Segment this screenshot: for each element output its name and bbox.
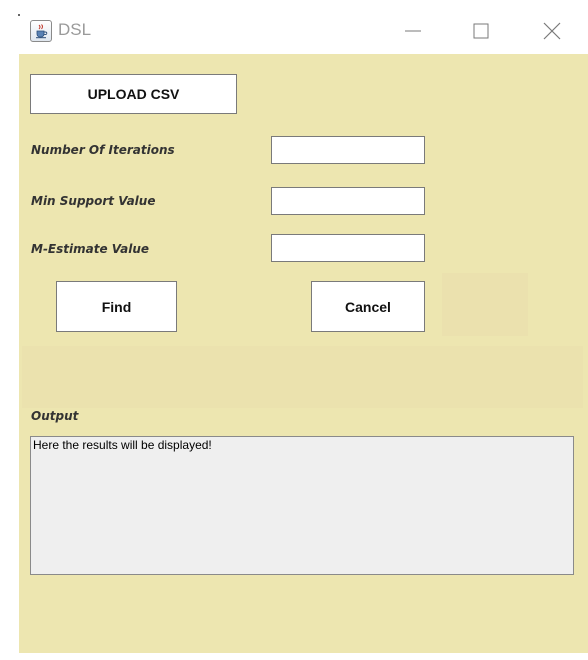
- min-support-field[interactable]: [271, 187, 425, 215]
- maximize-icon[interactable]: [466, 16, 496, 46]
- cancel-button[interactable]: Cancel: [311, 281, 425, 332]
- minimize-icon[interactable]: [398, 16, 428, 46]
- m-estimate-field[interactable]: [271, 234, 425, 262]
- find-button[interactable]: Find: [56, 281, 177, 332]
- output-textarea[interactable]: Here the results will be displayed!: [30, 436, 574, 575]
- title-bar: DSL: [0, 0, 588, 54]
- m-estimate-label: M-Estimate Value: [31, 242, 150, 256]
- main-panel: UPLOAD CSV Number Of Iterations Min Supp…: [19, 54, 588, 653]
- output-label: Output: [31, 409, 79, 423]
- empty-placeholder-panel: [442, 273, 528, 336]
- iterations-label: Number Of Iterations: [31, 143, 175, 157]
- iterations-field[interactable]: [271, 136, 425, 164]
- status-strip: [22, 346, 583, 408]
- close-icon[interactable]: [537, 16, 567, 46]
- upload-csv-button[interactable]: UPLOAD CSV: [30, 74, 237, 114]
- window-title: DSL: [58, 20, 92, 39]
- min-support-label: Min Support Value: [31, 194, 156, 208]
- java-cup-icon: [30, 20, 52, 42]
- decorative-dot: [18, 14, 20, 16]
